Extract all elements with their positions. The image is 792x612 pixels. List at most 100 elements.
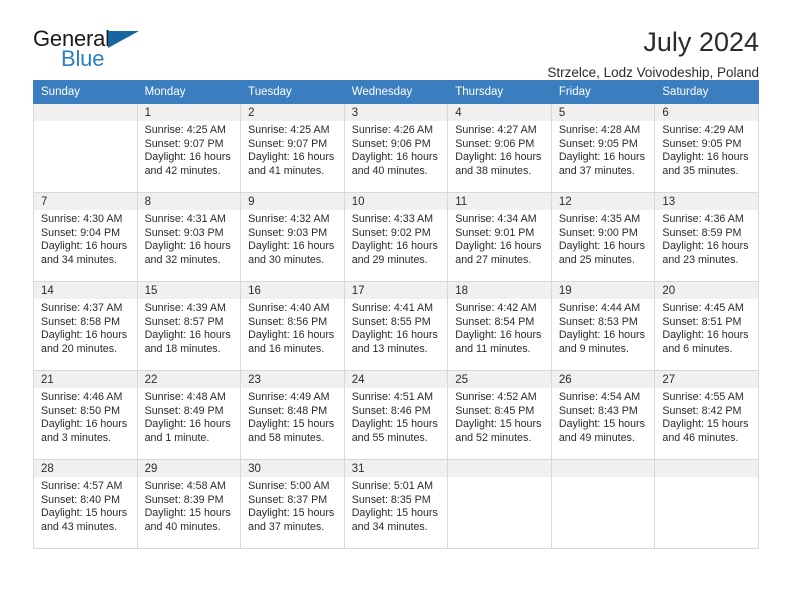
sunset-text: Sunset: 8:37 PM — [248, 493, 328, 506]
day-number — [448, 460, 551, 477]
day-cell[interactable]: 19 Sunrise: 4:44 AM Sunset: 8:53 PM Dayl… — [550, 281, 656, 371]
day-cell[interactable]: 5 Sunrise: 4:28 AM Sunset: 9:05 PM Dayli… — [550, 103, 656, 193]
day-cell[interactable]: 21 Sunrise: 4:46 AM Sunset: 8:50 PM Dayl… — [33, 370, 138, 460]
day-cell[interactable]: 10 Sunrise: 4:33 AM Sunset: 9:02 PM Dayl… — [343, 192, 449, 282]
day-cell[interactable]: 11 Sunrise: 4:34 AM Sunset: 9:01 PM Dayl… — [447, 192, 552, 282]
day-cell[interactable]: 28 Sunrise: 4:57 AM Sunset: 8:40 PM Dayl… — [33, 459, 138, 549]
calendar-week-row: 28 Sunrise: 4:57 AM Sunset: 8:40 PM Dayl… — [33, 459, 759, 549]
sunset-text: Sunset: 8:50 PM — [41, 404, 121, 417]
day-number: 20 — [655, 282, 758, 299]
day-number: 21 — [34, 371, 137, 388]
day-cell[interactable]: 27 Sunrise: 4:55 AM Sunset: 8:42 PM Dayl… — [654, 370, 759, 460]
daylight-text-line2: and 1 minute. — [144, 431, 210, 444]
day-cell[interactable]: 24 Sunrise: 4:51 AM Sunset: 8:46 PM Dayl… — [343, 370, 449, 460]
daylight-text-line1: Daylight: 16 hours — [662, 240, 749, 253]
day-cell[interactable]: 2 Sunrise: 4:25 AM Sunset: 9:07 PM Dayli… — [240, 103, 345, 193]
daylight-text-line2: and 58 minutes. — [248, 431, 325, 444]
sunrise-text: Sunrise: 4:34 AM — [455, 213, 537, 225]
daylight-text-line2: and 34 minutes. — [351, 520, 428, 533]
day-number: 26 — [551, 371, 655, 388]
day-cell[interactable]: 30 Sunrise: 5:00 AM Sunset: 8:37 PM Dayl… — [240, 459, 345, 549]
calendar-header-row-group: Sunday Monday Tuesday Wednesday Thursday… — [33, 80, 759, 104]
day-cell[interactable]: 15 Sunrise: 4:39 AM Sunset: 8:57 PM Dayl… — [136, 281, 242, 371]
day-cell[interactable]: 1 Sunrise: 4:25 AM Sunset: 9:07 PM Dayli… — [136, 103, 242, 193]
daylight-text-line2: and 37 minutes. — [248, 520, 325, 533]
day-cell[interactable]: 17 Sunrise: 4:41 AM Sunset: 8:55 PM Dayl… — [343, 281, 449, 371]
daylight-text-line1: Daylight: 16 hours — [248, 151, 335, 164]
day-number: 6 — [655, 104, 758, 121]
daylight-text-line1: Daylight: 16 hours — [455, 240, 542, 253]
calendar-week-row: 14 Sunrise: 4:37 AM Sunset: 8:58 PM Dayl… — [33, 281, 759, 371]
day-cell[interactable]: 7 Sunrise: 4:30 AM Sunset: 9:04 PM Dayli… — [33, 192, 138, 282]
day-cell-empty — [654, 459, 759, 549]
daylight-text-line1: Daylight: 15 hours — [351, 418, 438, 431]
day-cell[interactable]: 3 Sunrise: 4:26 AM Sunset: 9:06 PM Dayli… — [343, 103, 449, 193]
sunset-text: Sunset: 8:46 PM — [351, 404, 431, 417]
weekday-header-monday: Monday — [136, 80, 242, 104]
sunset-text: Sunset: 8:55 PM — [351, 315, 431, 328]
sunrise-text: Sunrise: 4:44 AM — [558, 302, 641, 314]
day-cell[interactable]: 31 Sunrise: 5:01 AM Sunset: 8:35 PM Dayl… — [343, 459, 449, 549]
sunset-text: Sunset: 8:51 PM — [662, 315, 742, 328]
daylight-text-line1: Daylight: 16 hours — [248, 329, 335, 342]
day-number: 3 — [344, 104, 448, 121]
day-cell[interactable]: 6 Sunrise: 4:29 AM Sunset: 9:05 PM Dayli… — [654, 103, 759, 193]
daylight-text-line1: Daylight: 16 hours — [144, 329, 231, 342]
sunrise-text: Sunrise: 4:37 AM — [41, 302, 123, 314]
weekday-header-tuesday: Tuesday — [240, 80, 345, 104]
day-cell[interactable]: 22 Sunrise: 4:48 AM Sunset: 8:49 PM Dayl… — [136, 370, 242, 460]
day-cell[interactable]: 13 Sunrise: 4:36 AM Sunset: 8:59 PM Dayl… — [654, 192, 759, 282]
daylight-text-line1: Daylight: 15 hours — [248, 507, 335, 520]
day-info: Sunrise: 4:26 AM Sunset: 9:06 PM Dayligh… — [345, 121, 448, 178]
day-cell[interactable]: 26 Sunrise: 4:54 AM Sunset: 8:43 PM Dayl… — [550, 370, 656, 460]
daylight-text-line1: Daylight: 16 hours — [455, 151, 542, 164]
day-cell[interactable]: 12 Sunrise: 4:35 AM Sunset: 9:00 PM Dayl… — [550, 192, 656, 282]
daylight-text-line1: Daylight: 15 hours — [662, 418, 749, 431]
day-cell[interactable]: 4 Sunrise: 4:27 AM Sunset: 9:06 PM Dayli… — [447, 103, 552, 193]
day-cell[interactable]: 16 Sunrise: 4:40 AM Sunset: 8:56 PM Dayl… — [240, 281, 345, 371]
daylight-text-line1: Daylight: 16 hours — [558, 329, 645, 342]
day-info: Sunrise: 4:32 AM Sunset: 9:03 PM Dayligh… — [241, 210, 344, 267]
day-info: Sunrise: 4:30 AM Sunset: 9:04 PM Dayligh… — [34, 210, 137, 267]
sunset-text: Sunset: 9:01 PM — [455, 226, 535, 239]
sunrise-text: Sunrise: 4:54 AM — [558, 391, 641, 403]
daylight-text-line1: Daylight: 16 hours — [144, 418, 231, 431]
day-info: Sunrise: 4:29 AM Sunset: 9:05 PM Dayligh… — [655, 121, 758, 178]
day-cell[interactable]: 20 Sunrise: 4:45 AM Sunset: 8:51 PM Dayl… — [654, 281, 759, 371]
day-cell[interactable]: 25 Sunrise: 4:52 AM Sunset: 8:45 PM Dayl… — [447, 370, 552, 460]
day-cell[interactable]: 14 Sunrise: 4:37 AM Sunset: 8:58 PM Dayl… — [33, 281, 138, 371]
day-cell[interactable]: 18 Sunrise: 4:42 AM Sunset: 8:54 PM Dayl… — [447, 281, 552, 371]
day-number: 22 — [137, 371, 241, 388]
daylight-text-line1: Daylight: 16 hours — [558, 240, 645, 253]
day-cell[interactable]: 9 Sunrise: 4:32 AM Sunset: 9:03 PM Dayli… — [240, 192, 345, 282]
sunrise-text: Sunrise: 4:49 AM — [248, 391, 330, 403]
weekday-header-row: Sunday Monday Tuesday Wednesday Thursday… — [33, 80, 759, 104]
sunset-text: Sunset: 9:02 PM — [351, 226, 431, 239]
sunset-text: Sunset: 8:45 PM — [455, 404, 535, 417]
daylight-text-line2: and 9 minutes. — [558, 342, 629, 355]
day-cell[interactable]: 23 Sunrise: 4:49 AM Sunset: 8:48 PM Dayl… — [240, 370, 345, 460]
sunrise-text: Sunrise: 5:01 AM — [351, 480, 434, 492]
day-number: 14 — [34, 282, 137, 299]
daylight-text-line1: Daylight: 15 hours — [248, 418, 335, 431]
day-number: 4 — [448, 104, 551, 121]
day-number: 23 — [241, 371, 344, 388]
sunset-text: Sunset: 9:06 PM — [351, 137, 431, 150]
generalblue-logo[interactable]: General Blue — [33, 28, 163, 74]
daylight-text-line2: and 23 minutes. — [662, 253, 739, 266]
day-info: Sunrise: 4:46 AM Sunset: 8:50 PM Dayligh… — [34, 388, 137, 445]
daylight-text-line2: and 41 minutes. — [248, 164, 325, 177]
weekday-header-sunday: Sunday — [33, 80, 138, 104]
sunset-text: Sunset: 8:54 PM — [455, 315, 535, 328]
sunrise-text: Sunrise: 4:32 AM — [248, 213, 330, 225]
day-cell[interactable]: 8 Sunrise: 4:31 AM Sunset: 9:03 PM Dayli… — [136, 192, 242, 282]
daylight-text-line2: and 49 minutes. — [558, 431, 635, 444]
day-info: Sunrise: 4:57 AM Sunset: 8:40 PM Dayligh… — [34, 477, 137, 534]
calendar-body: 1 Sunrise: 4:25 AM Sunset: 9:07 PM Dayli… — [33, 103, 759, 549]
sunset-text: Sunset: 8:56 PM — [248, 315, 328, 328]
sunset-text: Sunset: 8:59 PM — [662, 226, 742, 239]
sunrise-text: Sunrise: 4:40 AM — [248, 302, 330, 314]
day-cell[interactable]: 29 Sunrise: 4:58 AM Sunset: 8:39 PM Dayl… — [136, 459, 242, 549]
day-info: Sunrise: 4:48 AM Sunset: 8:49 PM Dayligh… — [138, 388, 241, 445]
daylight-text-line2: and 11 minutes. — [455, 342, 531, 355]
